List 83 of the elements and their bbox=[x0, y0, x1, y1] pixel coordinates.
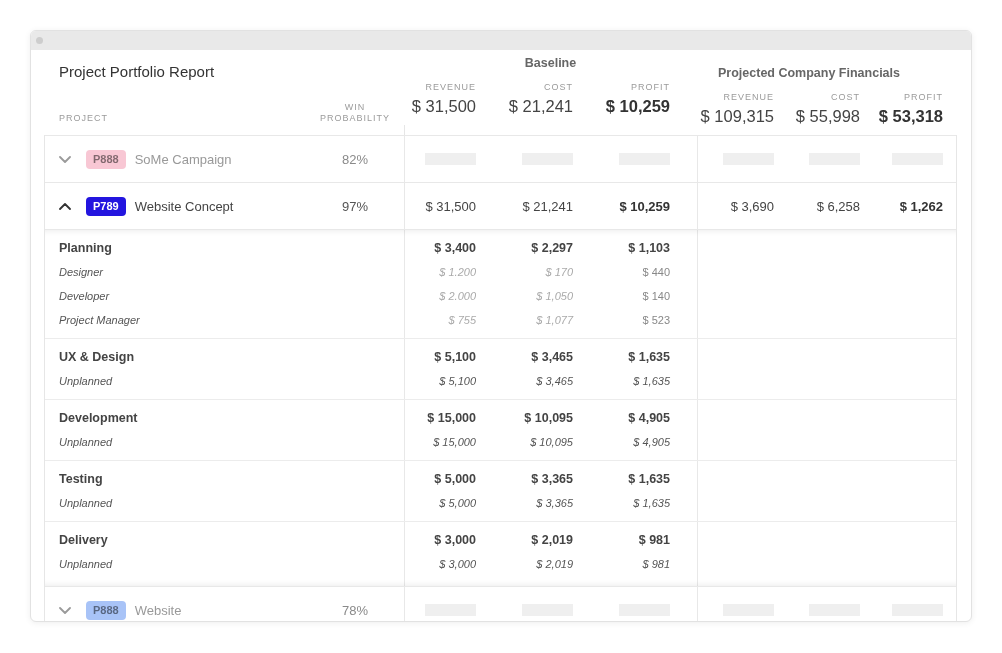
amount-text: $ 31,500 bbox=[425, 198, 476, 214]
phase-name: Testing bbox=[59, 471, 103, 488]
win-probability: 82% bbox=[342, 151, 368, 167]
line-item-name: Project Manager bbox=[59, 313, 140, 328]
project-code-tag: P789 bbox=[86, 196, 126, 216]
phase-amount: $ 1,635 bbox=[628, 349, 670, 366]
line-item-amount: $ 755 bbox=[448, 313, 476, 328]
total-amount: $ 109,315 bbox=[700, 106, 774, 126]
phase-name: UX & Design bbox=[59, 349, 134, 366]
line-item-name: Unplanned bbox=[59, 496, 113, 511]
column-header: PROFIT bbox=[631, 81, 670, 93]
phase-amount: $ 1,635 bbox=[628, 471, 670, 488]
phase-amount: $ 2,019 bbox=[531, 532, 573, 549]
phase-amount: $ 10,095 bbox=[524, 410, 573, 427]
total-amount: $ 55,998 bbox=[795, 106, 860, 126]
column-header: COST bbox=[544, 81, 573, 93]
amount-text: $ 21,241 bbox=[522, 198, 573, 214]
phase-amount: $ 2,297 bbox=[531, 240, 573, 257]
line-item-name: Unplanned bbox=[59, 435, 113, 450]
phase-amount: $ 15,000 bbox=[427, 410, 476, 427]
line-item-amount: $ 2,019 bbox=[536, 557, 573, 572]
line-item-name: Unplanned bbox=[59, 557, 113, 572]
line-item-amount: $ 1,077 bbox=[536, 313, 573, 328]
column-header: REVENUE bbox=[723, 91, 774, 103]
phase-name: Delivery bbox=[59, 532, 108, 549]
column-header: PROFIT bbox=[904, 91, 943, 103]
line-item-amount: $ 3,000 bbox=[439, 557, 476, 572]
line-item-amount: $ 140 bbox=[642, 289, 670, 304]
total-amount: $ 53,318 bbox=[878, 106, 943, 126]
line-item-amount: $ 3,465 bbox=[536, 374, 573, 389]
line-item-amount: $ 4,905 bbox=[633, 435, 670, 450]
project-name[interactable]: Website bbox=[134, 602, 182, 618]
line-item-amount: $ 981 bbox=[642, 557, 670, 572]
line-item-name: Designer bbox=[59, 265, 104, 280]
phase-amount: $ 3,000 bbox=[434, 532, 476, 549]
line-item-amount: $ 3,365 bbox=[536, 496, 573, 511]
win-probability: 78% bbox=[342, 602, 368, 618]
phase-amount: $ 981 bbox=[638, 532, 670, 549]
column-group-title: Baseline bbox=[524, 55, 577, 71]
total-amount: $ 21,241 bbox=[508, 96, 573, 116]
line-item-amount: $ 15,000 bbox=[433, 435, 476, 450]
line-item-amount: $ 2.000 bbox=[439, 289, 476, 304]
line-item-name: Unplanned bbox=[59, 374, 113, 389]
line-item-amount: $ 1,635 bbox=[633, 496, 670, 511]
phase-amount: $ 3,400 bbox=[434, 240, 476, 257]
column-header: WIN PROBABILITY bbox=[320, 102, 390, 124]
phase-amount: $ 3,465 bbox=[531, 349, 573, 366]
line-item-amount: $ 1,050 bbox=[536, 289, 573, 304]
phase-amount: $ 3,365 bbox=[531, 471, 573, 488]
line-item-amount: $ 1,635 bbox=[633, 374, 670, 389]
amount-text: $ 1,262 bbox=[899, 198, 943, 214]
amount-text: $ 10,259 bbox=[619, 198, 670, 214]
chevron-up-icon[interactable] bbox=[59, 202, 71, 210]
line-item-amount: $ 5,100 bbox=[439, 374, 476, 389]
project-name[interactable]: Website Concept bbox=[134, 198, 234, 214]
chevron-down-icon[interactable] bbox=[59, 155, 71, 163]
column-header: REVENUE bbox=[425, 81, 476, 93]
amount-text: $ 3,690 bbox=[730, 198, 774, 214]
project-name[interactable]: SoMe Campaign bbox=[134, 151, 232, 167]
phase-amount: $ 5,000 bbox=[434, 471, 476, 488]
line-item-name: Developer bbox=[59, 289, 110, 304]
line-item-amount: $ 523 bbox=[642, 313, 670, 328]
win-probability: 97% bbox=[342, 198, 368, 214]
column-group-title: Projected Company Financials bbox=[718, 65, 900, 81]
line-item-amount: $ 10,095 bbox=[530, 435, 573, 450]
line-item-amount: $ 1.200 bbox=[439, 265, 476, 280]
line-item-amount: $ 440 bbox=[642, 265, 670, 280]
line-item-amount: $ 170 bbox=[545, 265, 573, 280]
total-amount: $ 31,500 bbox=[411, 96, 476, 116]
line-item-amount: $ 5,000 bbox=[439, 496, 476, 511]
column-header: COST bbox=[831, 91, 860, 103]
chevron-down-icon[interactable] bbox=[59, 606, 71, 614]
phase-name: Planning bbox=[59, 240, 112, 257]
phase-amount: $ 5,100 bbox=[434, 349, 476, 366]
report-title: Project Portfolio Report bbox=[59, 63, 215, 81]
total-amount: $ 10,259 bbox=[605, 96, 670, 116]
phase-amount: $ 1,103 bbox=[628, 240, 670, 257]
phase-amount: $ 4,905 bbox=[628, 410, 670, 427]
project-code-tag: P888 bbox=[86, 600, 126, 620]
project-code-tag: P888 bbox=[86, 149, 126, 169]
amount-text: $ 6,258 bbox=[816, 198, 860, 214]
phase-name: Development bbox=[59, 410, 138, 427]
column-header: PROJECT bbox=[59, 113, 108, 124]
